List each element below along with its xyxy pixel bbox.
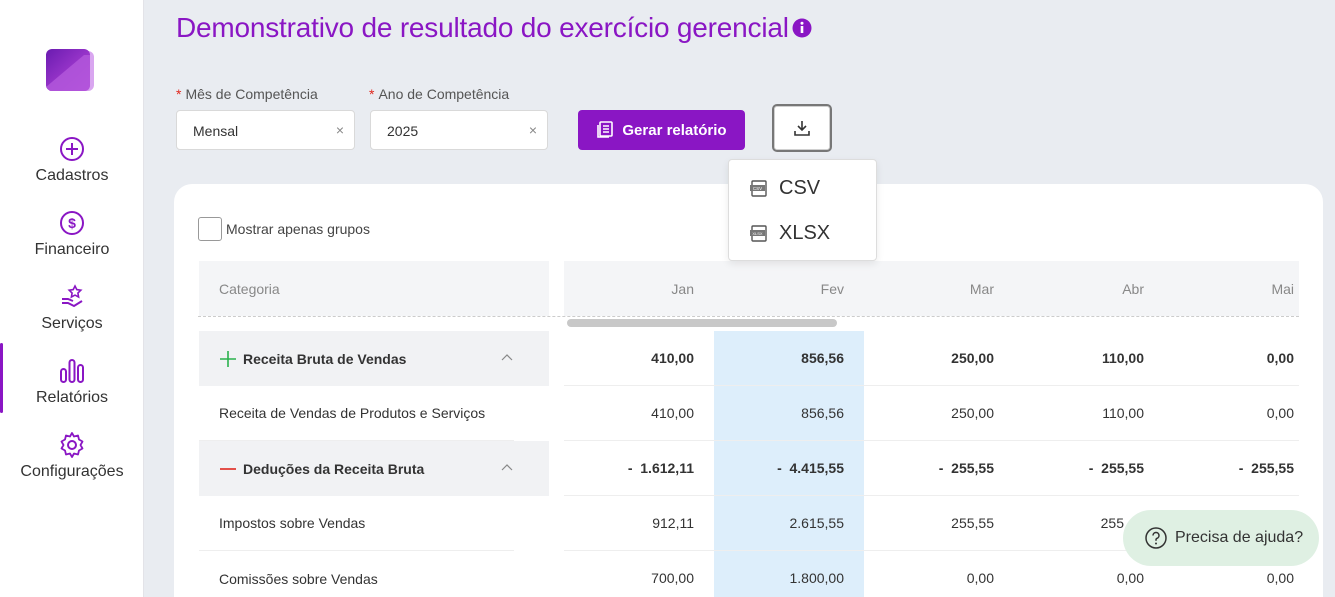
download-button[interactable] (772, 104, 832, 152)
table-row-group[interactable]: Deduções da Receita Bruta (199, 441, 549, 496)
clear-icon[interactable]: × (336, 122, 344, 138)
table-cell: 255 (1100, 515, 1124, 531)
row-divider (564, 385, 1299, 386)
help-label: Precisa de ajuda? (1175, 529, 1304, 546)
ano-competencia-value: 2025 (387, 123, 419, 139)
svg-text:$: $ (68, 215, 76, 231)
row-divider (564, 440, 1299, 441)
scroll-area-border (198, 316, 1299, 317)
table-cell: 1.800,00 (789, 570, 845, 586)
sidebar-item-configuracoes[interactable]: Configurações (0, 431, 144, 481)
table-cell: 856,56 (801, 350, 844, 366)
download-xlsx-item[interactable]: XLSX XLSX (749, 222, 830, 245)
mes-competencia-value: Mensal (193, 123, 239, 139)
document-icon (597, 121, 614, 138)
table-cell: 410,00 (651, 405, 694, 421)
row-category: Comissões sobre Vendas (219, 570, 378, 587)
months-header: Jan Fev Mar Abr Mai (564, 261, 1299, 316)
table-cell: - 255,55 (1238, 460, 1294, 476)
sidebar-item-label: Relatórios (35, 389, 109, 406)
table-row: Impostos sobre Vendas (199, 496, 514, 551)
mes-competencia-select[interactable]: Mensal × (176, 110, 355, 150)
table-cell: 250,00 (951, 405, 994, 421)
categoria-header: Categoria (199, 261, 549, 316)
gerar-relatorio-button[interactable]: Gerar relatório (578, 110, 745, 150)
month-header: Mai (1271, 281, 1294, 297)
table-cell: 250,00 (951, 350, 994, 366)
question-icon (1145, 527, 1167, 549)
table-cell: 110,00 (1102, 405, 1144, 421)
table-cell: 255,55 (951, 515, 994, 531)
plus-icon (220, 350, 236, 367)
mostrar-grupos-label: Mostrar apenas grupos (226, 221, 370, 237)
month-header: Mar (969, 281, 994, 297)
download-csv-item[interactable]: CSV CSV (749, 177, 820, 200)
sidebar-item-label: Financeiro (34, 241, 110, 258)
table-cell: 410,00 (651, 350, 694, 366)
page-title: Demonstrativo de resultado do exercício … (176, 12, 789, 43)
month-header: Jan (671, 281, 694, 297)
table-cell: 0,00 (1266, 350, 1294, 366)
help-button[interactable]: Precisa de ajuda? (1123, 510, 1319, 566)
svg-text:XLSX: XLSX (752, 231, 763, 236)
download-menu: CSV CSV XLSX XLSX (728, 159, 877, 261)
table-cell: 0,00 (966, 570, 994, 586)
table-row-group[interactable]: Receita Bruta de Vendas (199, 331, 549, 386)
sidebar-item-cadastros[interactable]: Cadastros (0, 135, 144, 185)
sidebar-item-servicos[interactable]: Serviços (0, 283, 144, 333)
download-csv-label: CSV (779, 177, 821, 199)
plus-circle-icon (60, 137, 84, 161)
row-category: Receita Bruta de Vendas (243, 350, 407, 367)
sidebar: Cadastros $ Financeiro Serviços Relatóri… (0, 0, 144, 597)
ano-competencia-label: * Ano de Competência (369, 86, 510, 102)
row-category: Impostos sobre Vendas (219, 515, 366, 531)
table-cell: 856,56 (801, 405, 844, 421)
dollar-circle-icon: $ (60, 211, 84, 235)
horizontal-scrollbar[interactable] (567, 319, 837, 327)
clear-icon[interactable]: × (529, 122, 537, 138)
month-header: Fev (820, 281, 844, 297)
row-divider (564, 495, 1299, 496)
table-cell: 0,00 (1116, 570, 1144, 586)
info-icon[interactable] (792, 18, 812, 38)
table-cell: 0,00 (1266, 570, 1294, 586)
ano-competencia-select[interactable]: 2025 × (370, 110, 548, 150)
svg-text:CSV: CSV (753, 186, 762, 191)
download-xlsx-label: XLSX (779, 222, 831, 244)
mostrar-grupos-checkbox[interactable] (198, 217, 222, 241)
xlsx-file-icon: XLSX (750, 224, 767, 242)
table-cell: 912,11 (652, 515, 694, 531)
app-logo (46, 49, 94, 91)
table-cell: 110,00 (1101, 350, 1144, 366)
gear-icon (60, 432, 84, 458)
chevron-up-icon[interactable] (501, 353, 513, 361)
sidebar-item-label: Serviços (41, 315, 103, 332)
sidebar-item-relatorios[interactable]: Relatórios (0, 343, 144, 413)
sidebar-item-financeiro[interactable]: $ Financeiro (0, 209, 144, 259)
month-header: Abr (1122, 281, 1144, 297)
row-category: Receita de Vendas de Produtos e Serviços (219, 405, 486, 421)
mes-competencia-label: * Mês de Competência (176, 86, 318, 102)
table-cell: 0,00 (1266, 405, 1294, 421)
table-cell: 700,00 (651, 570, 694, 586)
table-cell: - 255,55 (1088, 460, 1144, 476)
table-cell: - 255,55 (938, 460, 994, 476)
minus-icon (220, 467, 236, 470)
chevron-up-icon[interactable] (501, 463, 513, 471)
table-cell: 2.615,55 (789, 515, 845, 531)
table-row: Receita de Vendas de Produtos e Serviços (199, 386, 514, 441)
row-category: Deduções da Receita Bruta (243, 460, 425, 477)
sidebar-item-label: Configurações (20, 463, 124, 480)
table-cell: - 1.612,11 (627, 460, 694, 476)
bar-chart-icon (60, 359, 84, 383)
download-icon (794, 121, 810, 136)
hand-star-icon (62, 284, 83, 308)
csv-file-icon: CSV (750, 179, 767, 197)
table-row: Comissões sobre Vendas (199, 551, 514, 597)
sidebar-item-label: Cadastros (35, 167, 109, 184)
gerar-relatorio-label: Gerar relatório (622, 121, 727, 139)
table-cell: - 4.415,55 (777, 460, 844, 476)
